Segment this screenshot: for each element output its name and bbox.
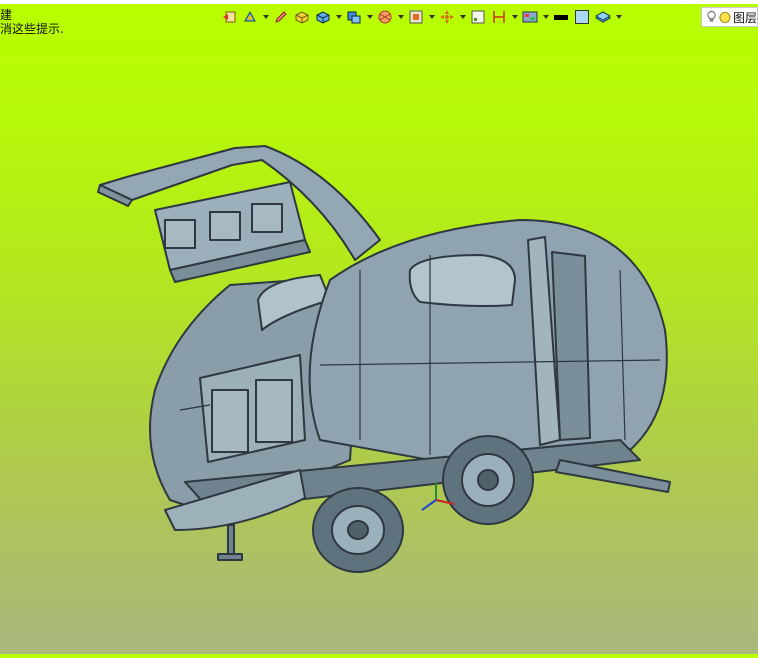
dimension-dropdown[interactable] <box>511 8 518 26</box>
layer-on-icon <box>719 11 731 23</box>
line-color-icon[interactable] <box>552 8 570 26</box>
display-style-dropdown[interactable] <box>366 8 373 26</box>
view-setting-dropdown[interactable] <box>428 8 435 26</box>
bulb-icon <box>707 11 716 22</box>
layer-stack-icon[interactable] <box>594 8 612 26</box>
appearance-icon[interactable] <box>521 8 539 26</box>
sketch-pencil-icon[interactable] <box>272 8 290 26</box>
section-view-icon[interactable] <box>376 8 394 26</box>
move-dropdown[interactable] <box>459 8 466 26</box>
part-icon[interactable] <box>293 8 311 26</box>
top-strip <box>0 0 758 4</box>
dimension-icon[interactable] <box>490 8 508 26</box>
assembly-icon[interactable] <box>314 8 332 26</box>
coordinate-triad-icon <box>421 482 455 511</box>
fill-color-icon[interactable] <box>573 8 591 26</box>
hint-line-1: 建 <box>0 8 13 22</box>
move-icon[interactable] <box>438 8 456 26</box>
appearance-dropdown[interactable] <box>542 8 549 26</box>
view-orientation-dropdown[interactable] <box>262 8 269 26</box>
previous-view-icon[interactable] <box>220 8 238 26</box>
sketch-grid-icon[interactable] <box>469 8 487 26</box>
view-setting-icon[interactable] <box>407 8 425 26</box>
graphics-viewport[interactable] <box>0 30 758 654</box>
section-view-dropdown[interactable] <box>397 8 404 26</box>
layer-selector[interactable]: 图层 <box>701 7 758 27</box>
view-orientation-icon[interactable] <box>241 8 259 26</box>
assembly-dropdown[interactable] <box>335 8 342 26</box>
view-toolbar <box>220 6 622 28</box>
layer-label: 图层 <box>732 10 757 25</box>
display-style-icon[interactable] <box>345 8 363 26</box>
layer-stack-dropdown[interactable] <box>615 8 622 26</box>
teardrop-trailer-model[interactable] <box>0 30 758 654</box>
